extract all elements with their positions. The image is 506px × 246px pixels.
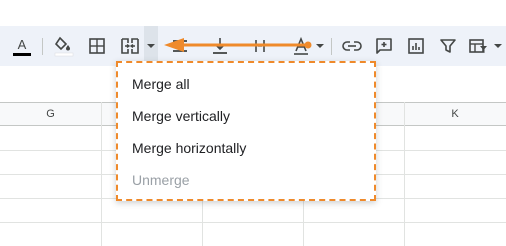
horizontal-align-icon: [173, 40, 187, 52]
text-rotation-button[interactable]: [288, 26, 314, 66]
merge-cells-icon: [121, 38, 139, 54]
filter-views-icon: [469, 39, 487, 53]
insert-comment-button[interactable]: [370, 26, 398, 66]
column-header-g[interactable]: G: [0, 103, 101, 125]
merge-cells-menu: Merge all Merge vertically Merge horizon…: [116, 61, 376, 201]
link-icon: [342, 41, 362, 51]
column-header-k[interactable]: K: [404, 103, 506, 125]
text-wrapping-button[interactable]: [246, 26, 274, 66]
text-color-button[interactable]: A: [8, 26, 36, 66]
merge-horizontally-option[interactable]: Merge horizontally: [132, 140, 246, 156]
insert-link-button[interactable]: [338, 26, 366, 66]
chevron-down-icon: [147, 44, 155, 48]
chart-icon: [408, 38, 424, 54]
text-rotation-icon: [294, 36, 308, 55]
vertical-align-button[interactable]: [206, 26, 234, 66]
add-comment-icon: [376, 38, 392, 54]
text-color-glyph: A: [18, 37, 27, 52]
merge-vertically-option[interactable]: Merge vertically: [132, 108, 230, 124]
filter-views-button[interactable]: [464, 26, 492, 66]
text-color-icon: A: [13, 37, 31, 56]
merge-cells-dropdown[interactable]: [144, 26, 158, 66]
horizontal-align-button[interactable]: [166, 26, 194, 66]
text-wrapping-icon: [255, 40, 265, 52]
merge-cells-button[interactable]: [116, 26, 144, 66]
create-filter-button[interactable]: [434, 26, 462, 66]
fill-color-icon: [54, 36, 74, 57]
toolbar-separator: [331, 38, 332, 55]
toolbar-separator: [42, 38, 43, 55]
fill-color-button[interactable]: [50, 26, 78, 66]
top-strip: [0, 0, 506, 26]
row-divider: [0, 222, 506, 223]
borders-button[interactable]: [84, 26, 110, 66]
filter-icon: [440, 39, 456, 53]
chevron-down-icon[interactable]: [316, 44, 324, 48]
unmerge-option: Unmerge: [132, 172, 190, 188]
merge-all-option[interactable]: Merge all: [132, 76, 190, 92]
vertical-align-icon: [213, 38, 227, 54]
chevron-down-icon[interactable]: [494, 44, 502, 48]
toolbar: A: [0, 26, 506, 66]
borders-icon: [89, 38, 105, 54]
insert-chart-button[interactable]: [402, 26, 430, 66]
